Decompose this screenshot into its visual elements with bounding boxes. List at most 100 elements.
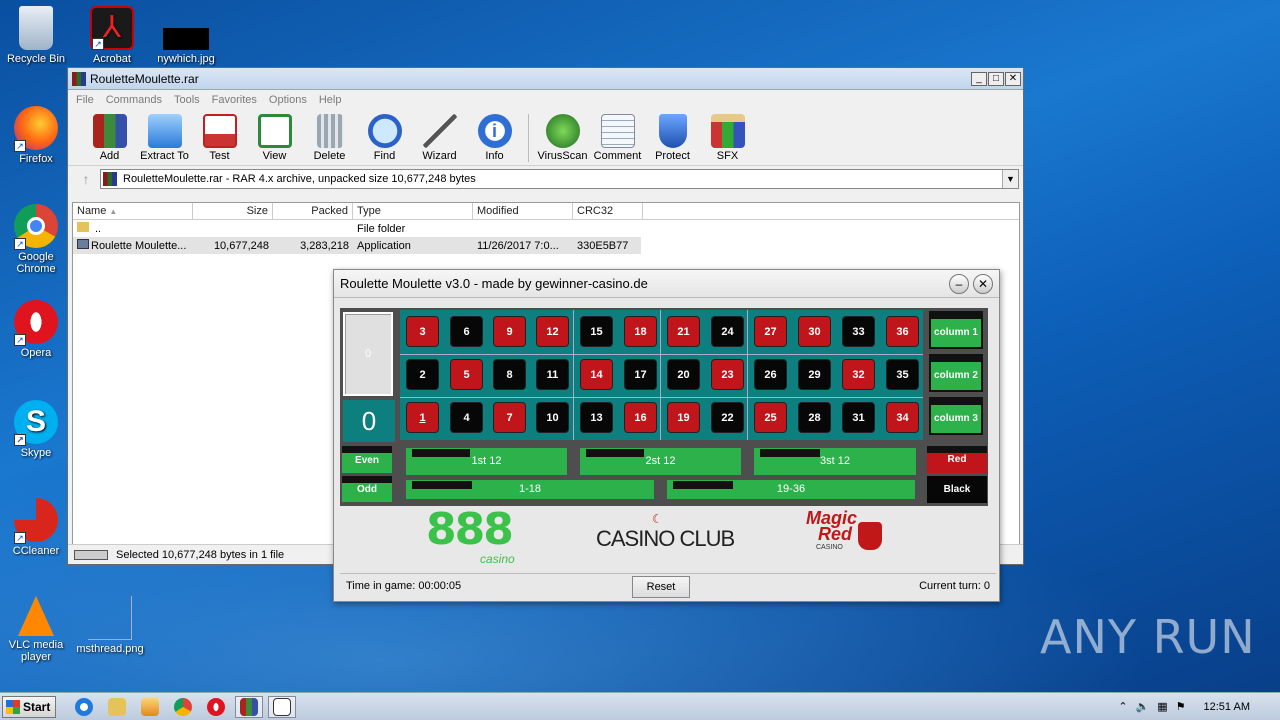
table-row[interactable]: Roulette Moulette... 10,677,248 3,283,21… bbox=[73, 237, 641, 254]
minimize-button[interactable]: _ bbox=[971, 71, 987, 86]
number-cell-19[interactable]: 19 bbox=[667, 402, 700, 433]
taskbar-explorer[interactable] bbox=[103, 696, 131, 718]
desktop-icon-msthread[interactable]: msthread.png bbox=[74, 596, 146, 655]
number-cell-20[interactable]: 20 bbox=[667, 359, 700, 390]
number-cell-13[interactable]: 13 bbox=[580, 402, 613, 433]
close-button[interactable]: ✕ bbox=[1005, 71, 1021, 86]
menu-favorites[interactable]: Favorites bbox=[206, 94, 263, 106]
view-button[interactable]: View bbox=[247, 110, 302, 162]
dozen-2-button[interactable]: 2st 12 bbox=[580, 448, 741, 475]
wizard-button[interactable]: Wizard bbox=[412, 110, 467, 162]
number-cell-9[interactable]: 9 bbox=[493, 316, 526, 347]
number-cell-5[interactable]: 5 bbox=[450, 359, 483, 390]
number-cell-34[interactable]: 34 bbox=[886, 402, 919, 433]
column-header-crc32[interactable]: CRC32 bbox=[573, 203, 643, 219]
number-cell-31[interactable]: 31 bbox=[842, 402, 875, 433]
zero-bet-cell[interactable]: 0 bbox=[343, 312, 393, 396]
minimize-button[interactable]: – bbox=[949, 273, 969, 294]
desktop-icon-ccleaner[interactable]: ↗ CCleaner bbox=[0, 498, 72, 557]
winrar-titlebar[interactable]: RouletteMoulette.rar _ □ ✕ bbox=[68, 68, 1023, 90]
menu-file[interactable]: File bbox=[70, 94, 100, 106]
close-button[interactable]: ✕ bbox=[973, 273, 993, 294]
menu-options[interactable]: Options bbox=[263, 94, 313, 106]
column-header-type[interactable]: Type bbox=[353, 203, 473, 219]
taskbar-winrar[interactable] bbox=[235, 695, 263, 718]
number-cell-21[interactable]: 21 bbox=[667, 316, 700, 347]
column-3-button[interactable]: column 3 bbox=[929, 397, 983, 435]
number-cell-1[interactable]: 1 bbox=[406, 402, 439, 433]
column-1-button[interactable]: column 1 bbox=[929, 311, 983, 349]
menu-help[interactable]: Help bbox=[313, 94, 348, 106]
address-field[interactable]: RouletteMoulette.rar - RAR 4.x archive, … bbox=[100, 169, 1019, 189]
number-cell-8[interactable]: 8 bbox=[493, 359, 526, 390]
flag-icon[interactable]: ⚑ bbox=[1176, 700, 1186, 713]
desktop-icon-nywhich[interactable]: nywhich.jpg bbox=[150, 6, 222, 65]
number-cell-3[interactable]: 3 bbox=[406, 316, 439, 347]
number-cell-32[interactable]: 32 bbox=[842, 359, 875, 390]
add-button[interactable]: Add bbox=[82, 110, 137, 162]
888-logo[interactable]: 888 bbox=[426, 504, 514, 555]
dozen-3-button[interactable]: 3st 12 bbox=[754, 448, 916, 475]
number-cell-33[interactable]: 33 bbox=[842, 316, 875, 347]
start-button[interactable]: Start bbox=[2, 695, 56, 718]
red-bet-button[interactable]: Red bbox=[927, 446, 987, 473]
sfx-button[interactable]: SFX bbox=[700, 110, 755, 162]
number-cell-14[interactable]: 14 bbox=[580, 359, 613, 390]
number-cell-2[interactable]: 2 bbox=[406, 359, 439, 390]
clock[interactable]: 12:51 AM bbox=[1204, 701, 1250, 713]
number-cell-27[interactable]: 27 bbox=[754, 316, 787, 347]
network-icon[interactable]: ▦ bbox=[1157, 700, 1167, 713]
column-header-modified[interactable]: Modified bbox=[473, 203, 573, 219]
number-cell-35[interactable]: 35 bbox=[886, 359, 919, 390]
delete-button[interactable]: Delete bbox=[302, 110, 357, 162]
up-arrow-icon[interactable]: ↑ bbox=[72, 169, 100, 189]
chevron-down-icon[interactable]: ▼ bbox=[1002, 170, 1018, 188]
number-cell-6[interactable]: 6 bbox=[450, 316, 483, 347]
desktop-icon-opera[interactable]: ↗ Opera bbox=[0, 300, 72, 359]
column-header-name[interactable]: Name ▲ bbox=[73, 203, 193, 219]
number-cell-16[interactable]: 16 bbox=[624, 402, 657, 433]
number-cell-28[interactable]: 28 bbox=[798, 402, 831, 433]
number-cell-15[interactable]: 15 bbox=[580, 316, 613, 347]
number-cell-11[interactable]: 11 bbox=[536, 359, 569, 390]
desktop-icon-chrome[interactable]: ↗ Google Chrome bbox=[0, 204, 72, 275]
number-cell-22[interactable]: 22 bbox=[711, 402, 744, 433]
number-cell-12[interactable]: 12 bbox=[536, 316, 569, 347]
volume-icon[interactable]: 🔈 bbox=[1136, 700, 1150, 713]
table-row[interactable]: .. File folder bbox=[73, 220, 1019, 237]
menu-tools[interactable]: Tools bbox=[168, 94, 206, 106]
number-cell-7[interactable]: 7 bbox=[493, 402, 526, 433]
menu-commands[interactable]: Commands bbox=[100, 94, 168, 106]
desktop-icon-vlc[interactable]: VLC media player bbox=[0, 596, 72, 663]
number-cell-24[interactable]: 24 bbox=[711, 316, 744, 347]
extract-to-button[interactable]: Extract To bbox=[137, 110, 192, 162]
test-button[interactable]: Test bbox=[192, 110, 247, 162]
info-button[interactable]: i Info bbox=[467, 110, 522, 162]
number-cell-18[interactable]: 18 bbox=[624, 316, 657, 347]
virusscan-button[interactable]: VirusScan bbox=[535, 110, 590, 162]
find-button[interactable]: Find bbox=[357, 110, 412, 162]
taskbar-roulette[interactable] bbox=[268, 695, 296, 718]
show-hidden-icons-icon[interactable]: ⌃ bbox=[1118, 700, 1127, 713]
column-header-size[interactable]: Size bbox=[193, 203, 273, 219]
high-half-button[interactable]: 19-36 bbox=[667, 480, 915, 499]
reset-button[interactable]: Reset bbox=[632, 576, 690, 598]
number-cell-25[interactable]: 25 bbox=[754, 402, 787, 433]
number-cell-17[interactable]: 17 bbox=[624, 359, 657, 390]
dozen-1-button[interactable]: 1st 12 bbox=[406, 448, 567, 475]
desktop-icon-skype[interactable]: S ↗ Skype bbox=[0, 400, 72, 459]
desktop-icon-acrobat[interactable]: ⅄ ↗ Acrobat bbox=[76, 6, 148, 65]
protect-button[interactable]: Protect bbox=[645, 110, 700, 162]
number-cell-10[interactable]: 10 bbox=[536, 402, 569, 433]
even-bet-button[interactable]: Even bbox=[342, 446, 392, 473]
number-cell-29[interactable]: 29 bbox=[798, 359, 831, 390]
desktop-icon-recycle-bin[interactable]: Recycle Bin bbox=[0, 6, 72, 65]
taskbar-chrome[interactable] bbox=[169, 696, 197, 718]
odd-bet-button[interactable]: Odd bbox=[342, 476, 392, 502]
taskbar-opera[interactable] bbox=[202, 696, 230, 718]
maximize-button[interactable]: □ bbox=[988, 71, 1004, 86]
low-half-button[interactable]: 1-18 bbox=[406, 480, 654, 499]
number-cell-26[interactable]: 26 bbox=[754, 359, 787, 390]
number-cell-30[interactable]: 30 bbox=[798, 316, 831, 347]
number-cell-23[interactable]: 23 bbox=[711, 359, 744, 390]
